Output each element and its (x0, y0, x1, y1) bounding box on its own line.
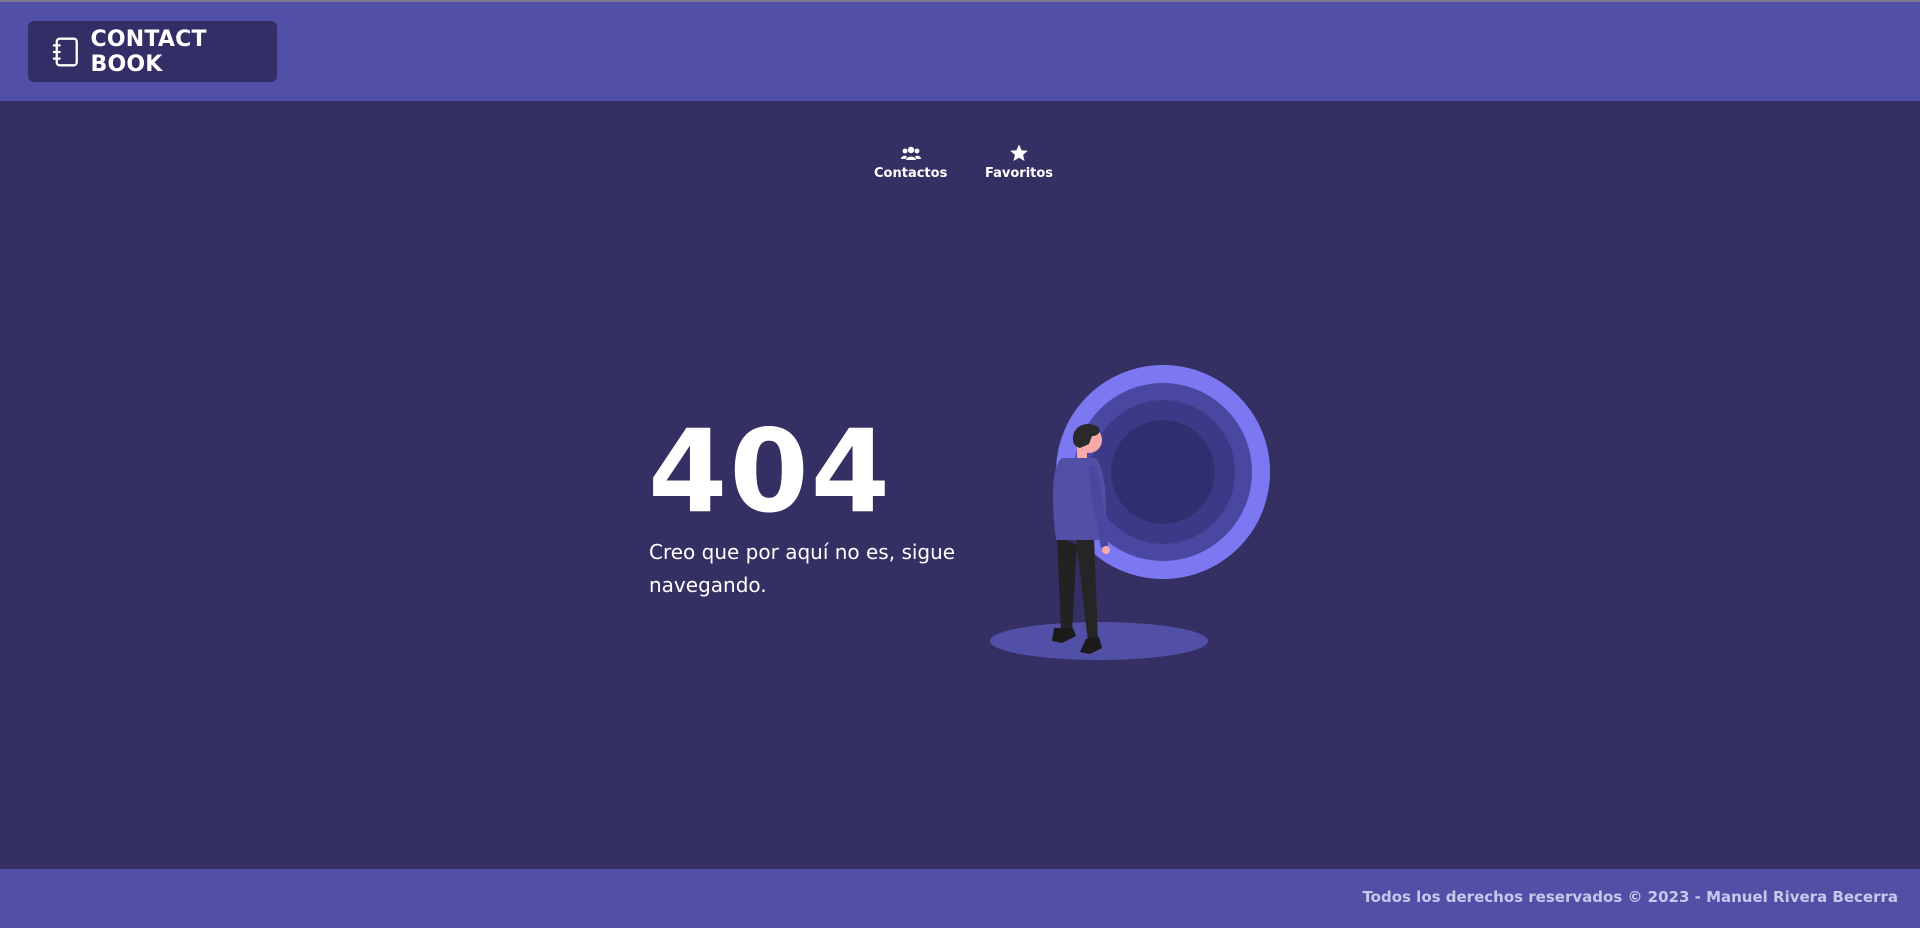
nav-label-favoritos: Favoritos (985, 166, 1054, 181)
nav-label-contactos: Contactos (874, 166, 948, 181)
nav-item-favoritos[interactable]: Favoritos (985, 144, 1053, 181)
address-book-icon (52, 37, 78, 66)
error-code-heading: 404 (648, 405, 892, 538)
lost-person-illustration (990, 365, 1270, 660)
app-footer: Todos los derechos reservados © 2023 - M… (0, 869, 1920, 928)
app-header: CONTACT BOOK (0, 2, 1920, 101)
brand-label: CONTACT BOOK (90, 26, 207, 77)
footer-copyright: Todos los derechos reservados © 2023 - M… (1362, 888, 1898, 906)
brand-button[interactable]: CONTACT BOOK (28, 21, 277, 82)
users-icon (900, 146, 921, 160)
main-nav: Contactos Favoritos (0, 144, 1920, 194)
star-icon (1010, 144, 1028, 161)
nav-item-contactos[interactable]: Contactos (874, 144, 947, 181)
error-message: Creo que por aquí no es, sigue navegando… (649, 540, 956, 597)
